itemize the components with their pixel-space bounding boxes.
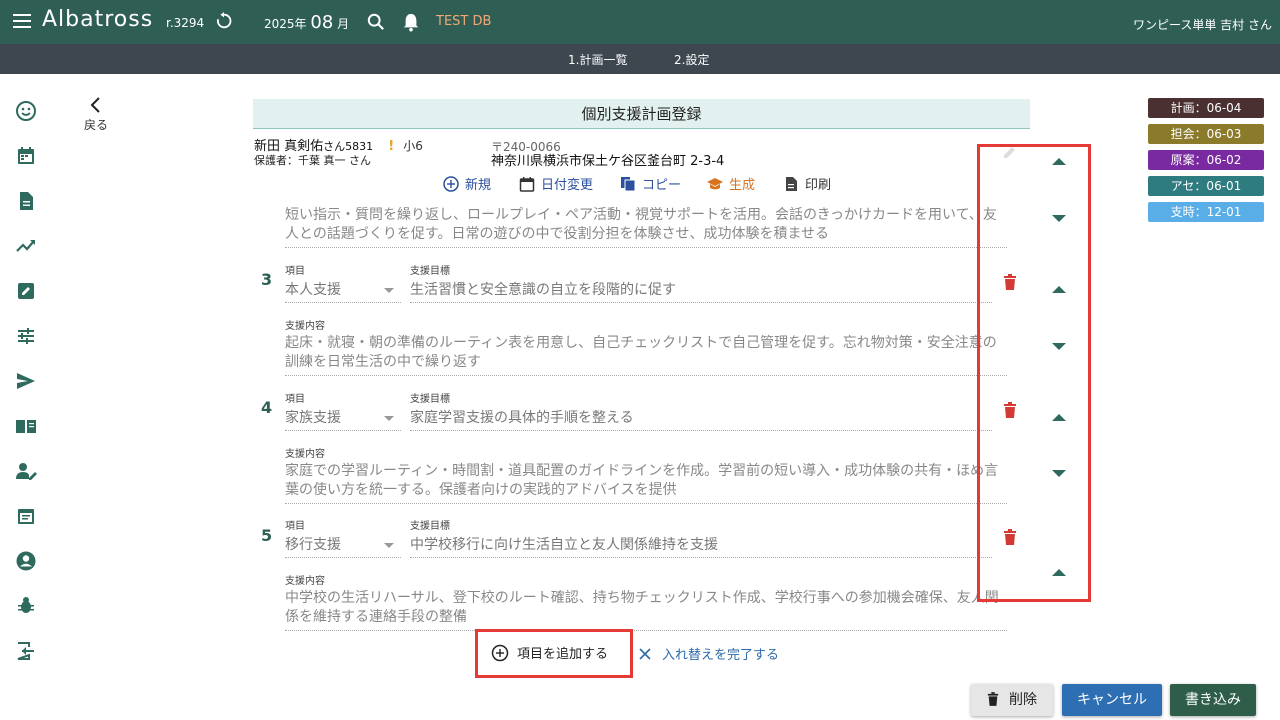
finish-reorder-button[interactable]: 入れ替えを完了する <box>638 644 779 663</box>
draft-date-tag[interactable]: 原案：06-02 <box>1148 150 1264 170</box>
reorder-highlight <box>977 144 1091 602</box>
tune-icon[interactable] <box>15 325 37 347</box>
generate-button[interactable]: 生成 <box>707 174 755 193</box>
content-field[interactable]: 中学校の生活リハーサル、登下校のルート確認、持ち物チェックリスト作成、学校行事へ… <box>285 589 1007 631</box>
back-label: 戻る <box>83 118 108 132</box>
chevron-left-icon <box>90 97 100 113</box>
content-field[interactable]: 起床・就寝・朝の準備のルーティン表を用意し、自己チェックリストで自己管理を促す。… <box>285 334 1007 376</box>
dropdown-arrow-icon[interactable] <box>384 288 394 293</box>
add-circle-icon <box>491 644 509 661</box>
copy-icon <box>621 176 636 191</box>
item-label: 項目 <box>285 394 305 405</box>
add-circle-icon <box>443 175 459 192</box>
calendar-icon[interactable] <box>15 145 37 167</box>
tab-settings[interactable]: 2.設定 <box>674 51 709 68</box>
document-icon[interactable] <box>15 190 37 212</box>
revision-label: r.3294 <box>166 16 205 30</box>
bug-icon[interactable] <box>15 595 37 617</box>
content-label: 支援内容 <box>285 576 325 587</box>
cancel-button[interactable]: キャンセル <box>1062 684 1162 716</box>
goal-field[interactable]: 家庭学習支援の具体的手順を整える <box>410 407 992 431</box>
content-label: 支援内容 <box>285 321 325 332</box>
app-header: Albatross r.3294 2025年 08 月 TEST DB ワンピー… <box>0 0 1280 44</box>
user-edit-icon[interactable] <box>15 460 37 482</box>
plan-date-tag[interactable]: 計画：06-04 <box>1148 98 1264 118</box>
item-number: 3 <box>261 270 273 289</box>
add-item-button[interactable]: 項目を追加する <box>491 643 608 662</box>
refresh-icon[interactable] <box>215 12 233 30</box>
print-document-icon <box>786 176 797 191</box>
trending-icon[interactable] <box>15 235 37 257</box>
content-field[interactable]: 家庭での学習ルーティン・時間割・道具配置のガイドラインを作成。学習前の短い導入・… <box>285 462 1007 504</box>
item-number: 4 <box>261 398 273 417</box>
edit-icon[interactable] <box>15 280 37 302</box>
menu-icon[interactable] <box>12 11 32 31</box>
trash-icon <box>987 692 999 706</box>
print-button[interactable]: 印刷 <box>783 174 831 193</box>
support-time-tag[interactable]: 支時：12-01 <box>1148 202 1264 222</box>
item-label: 項目 <box>285 266 305 277</box>
copy-button[interactable]: コピー <box>620 174 681 193</box>
user-name[interactable]: ワンピース単単 吉村 さん <box>1133 16 1272 33</box>
graduation-cap-icon <box>707 177 723 189</box>
smiley-icon[interactable] <box>15 100 37 122</box>
goal-field[interactable]: 生活習慣と安全意識の自立を段階的に促す <box>410 279 992 303</box>
address: 神奈川県横浜市保土ケ谷区釜台町 2-3-4 <box>491 154 725 169</box>
goal-label: 支援目標 <box>410 394 450 405</box>
guardian-label: 保護者：千葉 真一 さん <box>254 154 371 167</box>
db-label: TEST DB <box>436 14 492 29</box>
delete-button[interactable]: 削除 <box>971 684 1053 716</box>
tab-plan-list[interactable]: 1.計画一覧 <box>568 51 627 68</box>
page-title: 個別支援計画登録 <box>253 99 1030 129</box>
event-note-icon[interactable] <box>15 505 37 527</box>
goal-label: 支援目標 <box>410 266 450 277</box>
sub-navigation: 1.計画一覧 2.設定 <box>0 44 1280 74</box>
grade-label: 小6 <box>403 139 423 153</box>
content-label: 支援内容 <box>285 449 325 460</box>
book-icon[interactable] <box>15 415 37 437</box>
goal-label: 支援目標 <box>410 521 450 532</box>
content-field-2[interactable]: 短い指示・質問を繰り返し、ロールプレイ・ペア活動・視覚サポートを活用。会話のきっ… <box>285 206 1007 248</box>
calendar-icon <box>519 176 535 192</box>
date-selector[interactable]: 2025年 08 月 <box>264 12 349 33</box>
dropdown-arrow-icon[interactable] <box>384 543 394 548</box>
item-label: 項目 <box>285 521 305 532</box>
search-icon[interactable] <box>367 13 385 31</box>
bell-icon[interactable] <box>402 12 420 32</box>
account-circle-icon[interactable] <box>15 550 37 572</box>
assessment-date-tag[interactable]: アセ：06-01 <box>1148 176 1264 196</box>
send-icon[interactable] <box>15 370 37 392</box>
goal-field[interactable]: 中学校移行に向け生活自立と友人関係維持を支援 <box>410 534 992 558</box>
meeting-date-tag[interactable]: 担会：06-03 <box>1148 124 1264 144</box>
date-change-button[interactable]: 日付変更 <box>519 174 593 193</box>
dropdown-arrow-icon[interactable] <box>384 416 394 421</box>
app-logo[interactable]: Albatross <box>42 7 153 32</box>
close-icon <box>639 647 651 660</box>
save-button[interactable]: 書き込み <box>1170 684 1256 716</box>
back-button[interactable]: 戻る <box>78 96 114 133</box>
alert-mark: ! <box>388 139 395 154</box>
new-button[interactable]: 新規 <box>443 174 491 193</box>
logout-icon[interactable] <box>15 640 37 662</box>
item-number: 5 <box>261 526 273 545</box>
